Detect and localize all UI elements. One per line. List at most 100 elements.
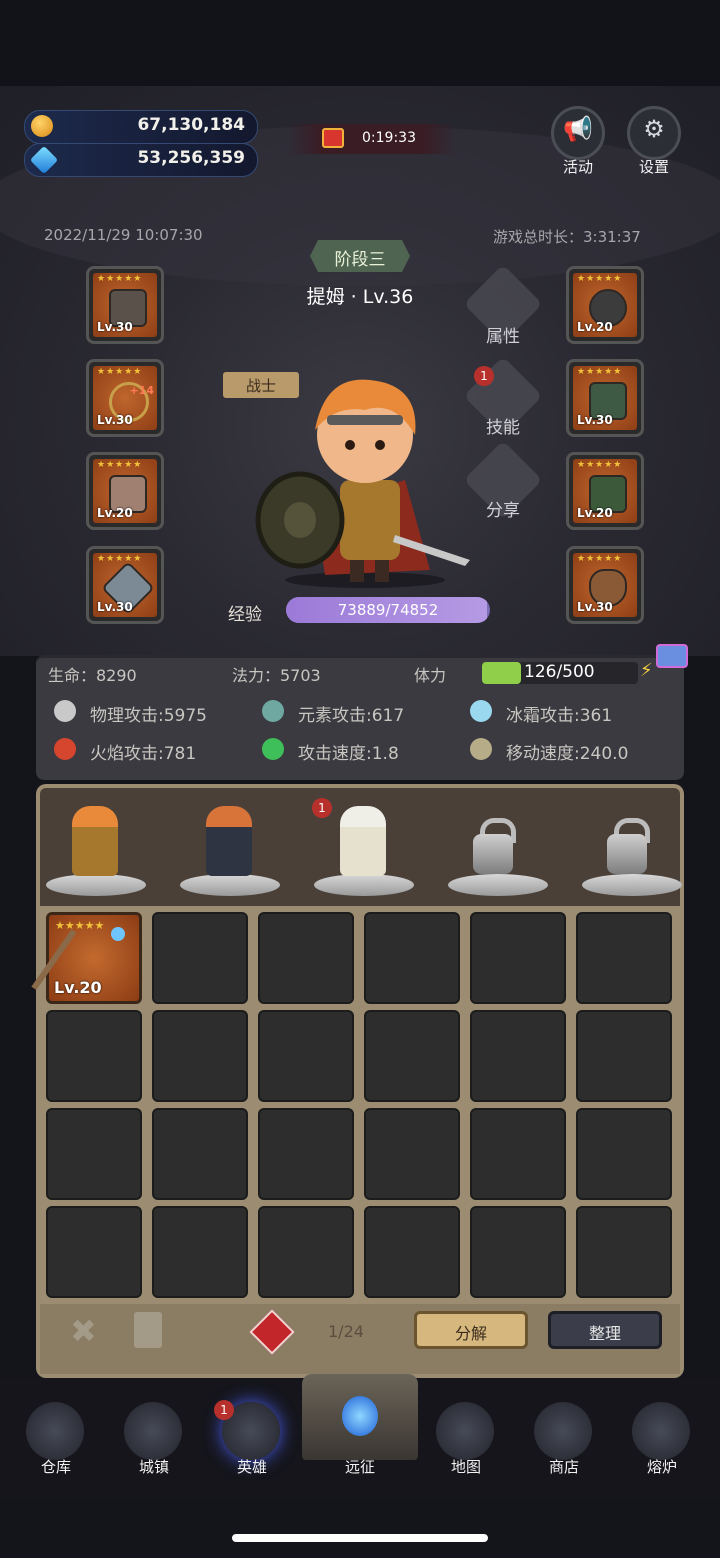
fire-attack-stat: 火焰攻击:781 — [90, 744, 197, 764]
inventory-slot[interactable] — [364, 1206, 460, 1298]
hp-stat: 生命：8290 — [48, 666, 137, 685]
skills-notification-badge: 1 — [474, 366, 494, 386]
sort-button[interactable]: 整理 — [548, 1311, 662, 1349]
equip-slot-boots[interactable]: ★★★★★ Lv.20 — [566, 452, 644, 530]
slot-stars: ★★★★★ — [97, 367, 143, 377]
lock-icon[interactable] — [607, 834, 647, 874]
inventory-slot[interactable] — [46, 1206, 142, 1298]
status-bar-area — [0, 0, 720, 86]
gold-coin-icon — [31, 115, 53, 137]
equip-slot-shield[interactable]: ★★★★★ Lv.30 — [566, 546, 644, 624]
book-icon[interactable] — [134, 1312, 162, 1348]
settings-button[interactable]: ⚙ — [627, 106, 681, 160]
share-label: 分享 — [486, 501, 520, 521]
hero-mage-portrait[interactable] — [340, 806, 386, 876]
inventory-slot[interactable] — [576, 1108, 672, 1200]
slot-level: Lv.20 — [577, 506, 613, 520]
item-stars: ★★★★★ — [55, 919, 105, 932]
activity-label: 活动 — [562, 158, 593, 176]
inventory-slot[interactable] — [576, 1010, 672, 1102]
equip-slot-helmet[interactable]: ★★★★★ Lv.30 — [86, 266, 164, 344]
hero-character-illustration[interactable] — [255, 370, 475, 590]
inventory-slot[interactable] — [152, 1010, 248, 1102]
equip-slot-gloves[interactable]: ★★★★★ Lv.20 — [86, 452, 164, 530]
nav-warehouse-label: 仓库 — [40, 1458, 71, 1476]
slot-level: Lv.30 — [97, 413, 133, 427]
expedition-portal-icon[interactable] — [302, 1374, 418, 1460]
inventory-slot[interactable] — [576, 1206, 672, 1298]
slot-level: Lv.20 — [97, 506, 133, 520]
stage-text: 阶段三 — [334, 250, 386, 270]
video-ad-icon[interactable] — [656, 644, 688, 668]
inventory-slot[interactable] — [470, 1010, 566, 1102]
datetime-text: 2022/11/29 10:07:30 — [44, 226, 203, 244]
nav-expedition-label: 远征 — [344, 1458, 375, 1476]
axe-icon — [54, 700, 76, 722]
inventory-slot[interactable] — [364, 1108, 460, 1200]
activity-button[interactable]: 📢 — [551, 106, 605, 160]
inventory-slot[interactable] — [576, 912, 672, 1004]
settings-label: 设置 — [638, 158, 669, 176]
equip-slot-weapon[interactable]: ★★★★★ Lv.30 — [86, 546, 164, 624]
shop-icon[interactable] — [534, 1402, 592, 1460]
inventory-slot-1[interactable]: ★★★★★ Lv.20 — [31, 912, 142, 1004]
equip-slot-necklace[interactable]: ★★★★★ +14 Lv.30 — [86, 359, 164, 437]
inventory-slot[interactable] — [258, 1108, 354, 1200]
gold-counter[interactable]: 67,130,184 — [24, 110, 258, 144]
home-indicator[interactable] — [232, 1534, 488, 1542]
slot-level: Lv.30 — [97, 320, 133, 334]
equip-slot-armor[interactable]: ★★★★★ Lv.30 — [566, 359, 644, 437]
map-icon[interactable] — [436, 1402, 494, 1460]
slot-stars: ★★★★★ — [577, 554, 623, 564]
inventory-slot[interactable] — [258, 912, 354, 1004]
inventory-slot[interactable] — [364, 912, 460, 1004]
boot-speed-icon — [470, 738, 492, 760]
inventory-slot[interactable] — [152, 912, 248, 1004]
nav-notification-badge: 1 — [214, 1400, 234, 1420]
sort-label: 整理 — [588, 1324, 621, 1343]
diamond-icon — [29, 145, 59, 175]
decompose-button[interactable]: 分解 — [414, 1311, 528, 1349]
inventory-slot[interactable] — [258, 1010, 354, 1102]
frost-attack-stat: 冰霜攻击:361 — [506, 706, 613, 726]
warehouse-icon[interactable] — [26, 1402, 84, 1460]
gear-icon: ⚙ — [643, 115, 665, 143]
timer-text: 0:19:33 — [362, 130, 416, 146]
inventory-slot[interactable] — [152, 1206, 248, 1298]
nav-hero-label: 英雄 — [236, 1458, 267, 1476]
move-speed-stat: 移动速度:240.0 — [506, 744, 629, 764]
inventory-slot[interactable] — [364, 1010, 460, 1102]
slot-stars: ★★★★★ — [97, 274, 143, 284]
slot-stars: ★★★★★ — [97, 554, 143, 564]
gold-amount: 67,130,184 — [137, 115, 245, 135]
town-icon[interactable] — [124, 1402, 182, 1460]
potion-icon — [262, 700, 284, 722]
hero-pedestal — [180, 874, 280, 896]
hero-pedestal — [582, 874, 682, 896]
lock-icon[interactable] — [473, 834, 513, 874]
inventory-slot[interactable] — [46, 1010, 142, 1102]
snowflake-icon — [470, 700, 492, 722]
inventory-slot[interactable] — [470, 912, 566, 1004]
wrench-icon[interactable]: ✖ — [70, 1312, 97, 1350]
gift-box-icon — [322, 128, 344, 148]
hero-warrior-portrait[interactable] — [72, 806, 118, 876]
gem-counter[interactable]: 53,256,359 — [24, 143, 258, 177]
hero-pedestal — [448, 874, 548, 896]
inventory-slot[interactable] — [258, 1206, 354, 1298]
slot-level: Lv.30 — [577, 413, 613, 427]
inventory-slot[interactable] — [46, 1108, 142, 1200]
inventory-slot[interactable] — [470, 1108, 566, 1200]
forge-icon[interactable] — [632, 1402, 690, 1460]
slot-stars: ★★★★★ — [577, 274, 623, 284]
inventory-slot[interactable] — [152, 1108, 248, 1200]
hero-rogue-portrait[interactable] — [206, 806, 252, 876]
slot-stars: ★★★★★ — [97, 460, 143, 470]
fire-icon — [54, 738, 76, 760]
megaphone-icon: 📢 — [563, 115, 593, 143]
gift-timer[interactable]: 0:19:33 — [288, 124, 456, 154]
gem-amount: 53,256,359 — [137, 148, 245, 168]
inventory-slot[interactable] — [470, 1206, 566, 1298]
mp-stat: 法力：5703 — [232, 666, 321, 685]
equip-slot-ring[interactable]: ★★★★★ Lv.20 — [566, 266, 644, 344]
